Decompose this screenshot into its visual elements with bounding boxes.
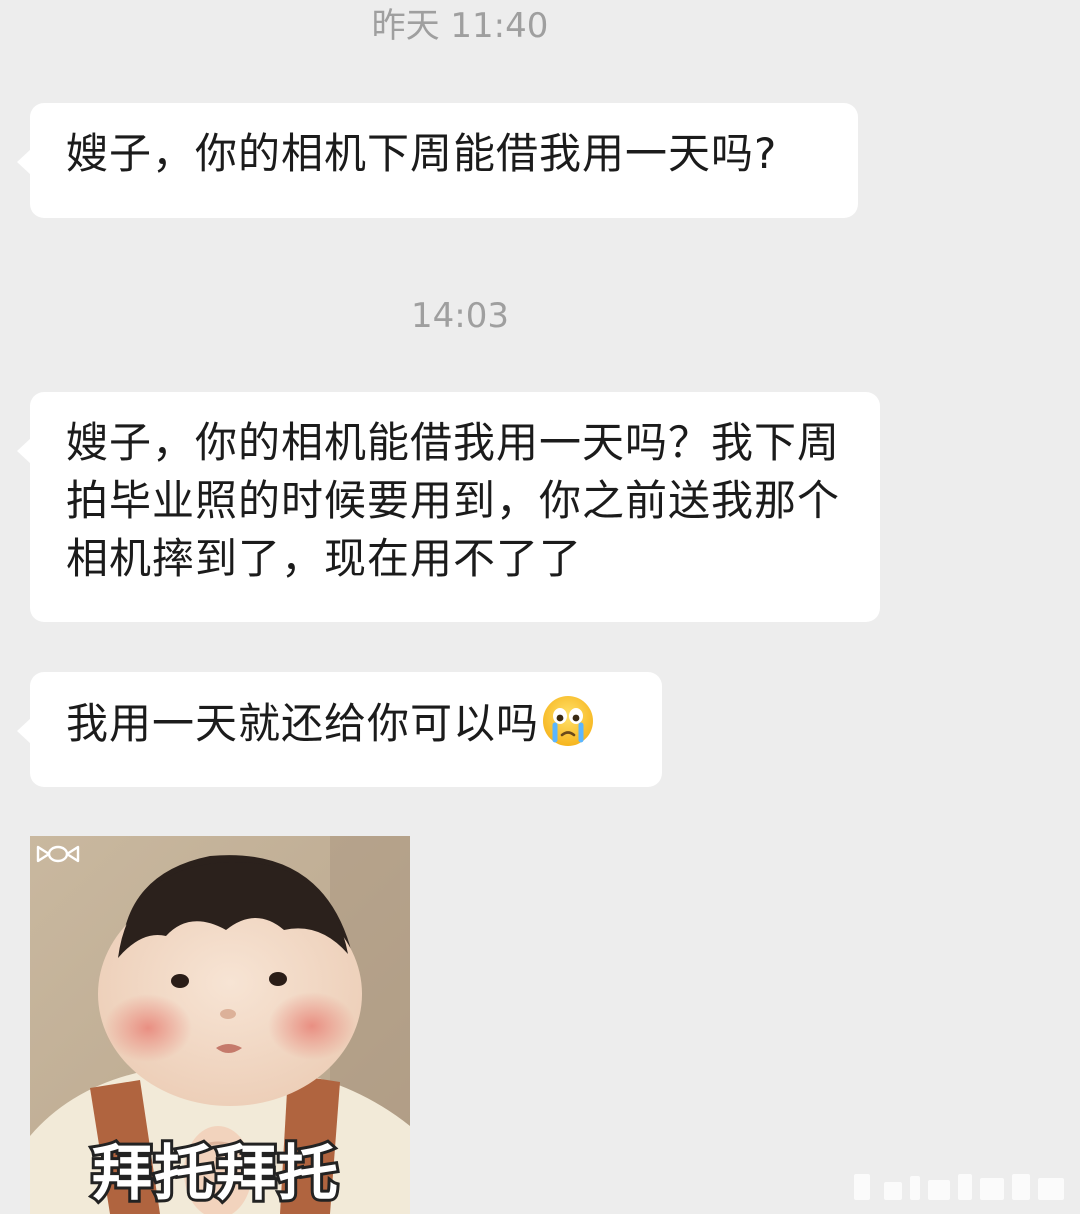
message-bubble[interactable]: 我用一天就还给你可以吗 bbox=[17, 672, 662, 787]
message-text: 我用一天就还给你可以吗 bbox=[66, 699, 540, 748]
sticker-image[interactable]: 拜托拜托 bbox=[30, 836, 410, 1214]
crying-face-emoji bbox=[541, 694, 595, 748]
message-text: 嫂子，你的相机能借我用一天吗？我下周拍毕业照的时候要用到，你之前送我那个相机摔到… bbox=[66, 418, 841, 583]
sticker-caption: 拜托拜托 bbox=[89, 1136, 341, 1212]
message-bubble[interactable]: 嫂子，你的相机下周能借我用一天吗? bbox=[17, 103, 858, 218]
timestamp: 昨天 11:40 bbox=[371, 6, 549, 46]
message-bubble[interactable]: 嫂子，你的相机能借我用一天吗？我下周拍毕业照的时候要用到，你之前送我那个相机摔到… bbox=[17, 392, 880, 622]
message-text: 嫂子，你的相机下周能借我用一天吗? bbox=[66, 129, 778, 178]
watermark bbox=[854, 1170, 1066, 1200]
timestamp: 14:03 bbox=[411, 296, 509, 336]
